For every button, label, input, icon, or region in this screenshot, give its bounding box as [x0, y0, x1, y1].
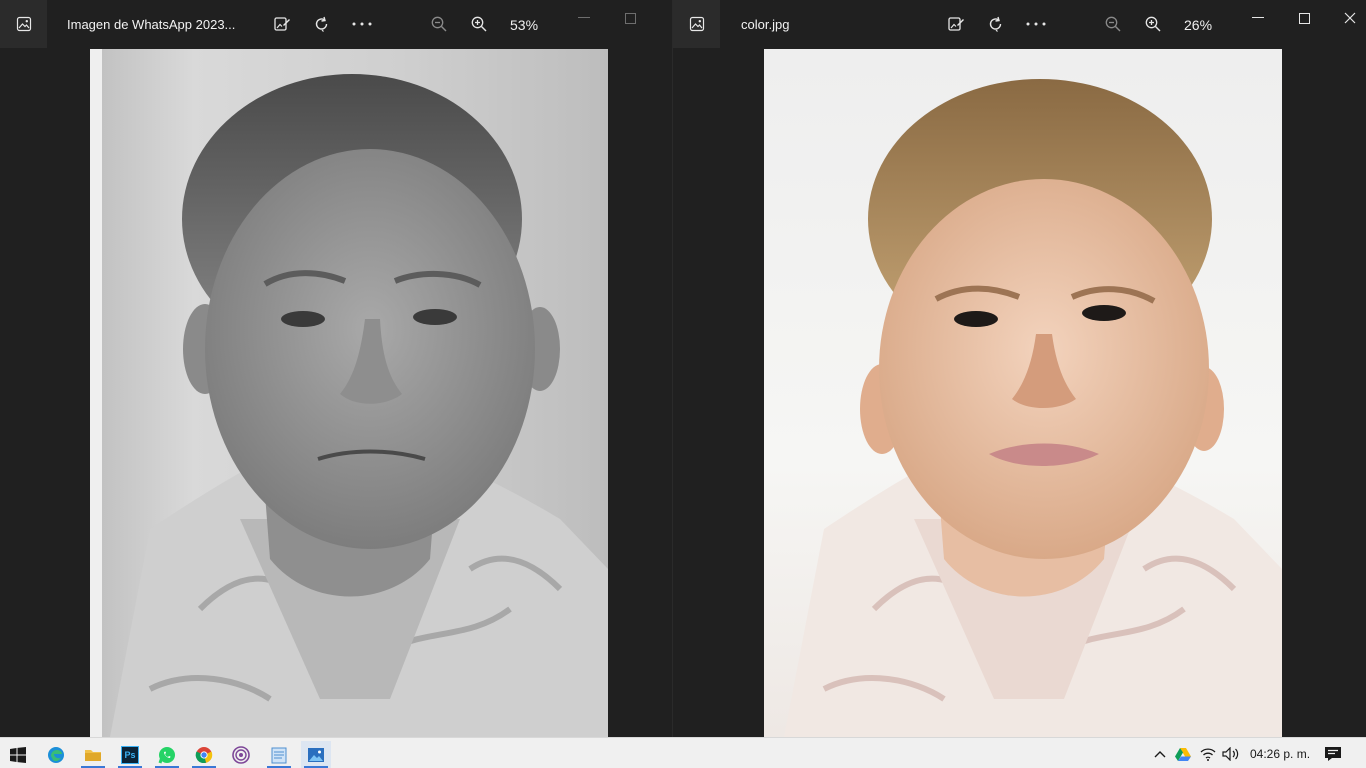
window-title: color.jpg: [741, 17, 790, 32]
photos-viewer-right: color.jpg 26%: [672, 0, 1366, 737]
image-canvas: [764, 49, 1282, 737]
volume-icon[interactable]: [1221, 744, 1241, 764]
colorized-portrait-image: [784, 79, 1282, 737]
notepad-icon[interactable]: [264, 741, 294, 768]
photos-app-icon[interactable]: [673, 0, 720, 48]
edit-image-icon[interactable]: [944, 12, 968, 36]
chrome-icon[interactable]: [189, 741, 219, 768]
zoom-level[interactable]: 26%: [1184, 17, 1212, 33]
show-hidden-icons-chevron-icon[interactable]: [1150, 744, 1170, 764]
minimize-button[interactable]: [569, 8, 599, 28]
zoom-level[interactable]: 53%: [510, 17, 538, 33]
google-drive-icon[interactable]: [1173, 744, 1193, 764]
file-explorer-icon[interactable]: [78, 741, 108, 768]
maximize-button[interactable]: [615, 8, 645, 28]
maximize-button[interactable]: [1289, 8, 1319, 28]
window-title: Imagen de WhatsApp 2023...: [67, 17, 236, 32]
close-button[interactable]: [1335, 8, 1365, 28]
more-options-icon[interactable]: [350, 12, 374, 36]
rotate-icon[interactable]: [984, 12, 1008, 36]
grayscale-portrait-image: [90, 49, 608, 737]
titlebar: Imagen de WhatsApp 2023... 53%: [0, 0, 672, 48]
zoom-in-icon[interactable]: [467, 12, 491, 36]
zoom-in-icon[interactable]: [1141, 12, 1165, 36]
photos-viewer-left: Imagen de WhatsApp 2023... 53%: [0, 0, 672, 737]
photos-app-icon[interactable]: [0, 0, 47, 48]
more-options-icon[interactable]: [1024, 12, 1048, 36]
zoom-out-icon[interactable]: [1101, 12, 1125, 36]
photos-icon[interactable]: [301, 741, 331, 768]
edit-image-icon[interactable]: [270, 12, 294, 36]
edge-icon[interactable]: [41, 741, 71, 768]
image-canvas: [90, 49, 608, 737]
notifications-icon[interactable]: [1323, 744, 1343, 764]
titlebar: color.jpg 26%: [673, 0, 1366, 48]
taskbar: Ps 04:26 p. m.: [0, 737, 1366, 768]
tor-browser-icon[interactable]: [226, 741, 256, 768]
zoom-out-icon[interactable]: [427, 12, 451, 36]
photoshop-icon[interactable]: Ps: [115, 741, 145, 768]
minimize-button[interactable]: [1243, 8, 1273, 28]
rotate-icon[interactable]: [310, 12, 334, 36]
start-icon[interactable]: [3, 741, 33, 768]
photoshop-label: Ps: [121, 745, 139, 764]
whatsapp-icon[interactable]: [152, 741, 182, 768]
wifi-icon[interactable]: [1198, 744, 1218, 764]
clock[interactable]: 04:26 p. m.: [1250, 747, 1310, 761]
